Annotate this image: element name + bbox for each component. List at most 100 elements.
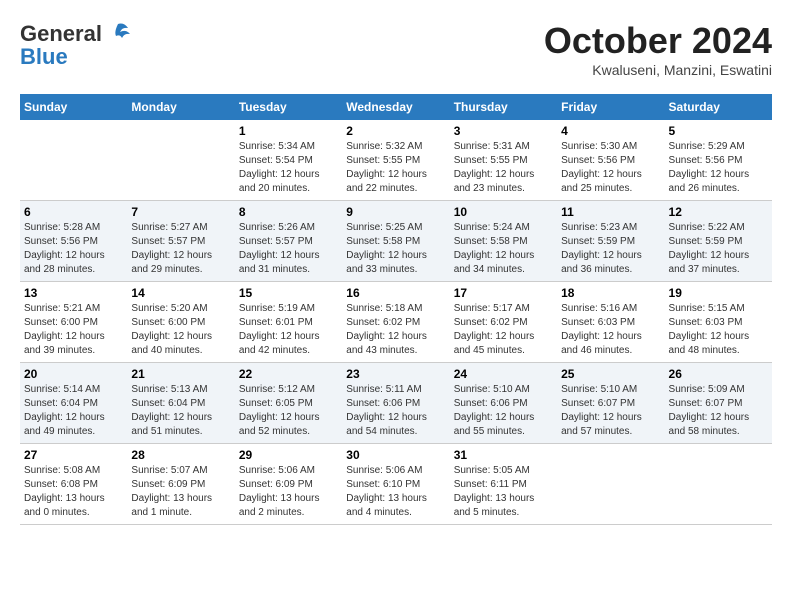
header-friday: Friday xyxy=(557,94,664,120)
calendar-cell: 21Sunrise: 5:13 AM Sunset: 6:04 PM Dayli… xyxy=(127,363,234,444)
day-info: Sunrise: 5:24 AM Sunset: 5:58 PM Dayligh… xyxy=(454,221,553,277)
day-info: Sunrise: 5:22 AM Sunset: 5:59 PM Dayligh… xyxy=(669,221,768,277)
calendar-cell: 29 Sunrise: 5:06 AM Sunset: 6:09 PM Dayli… xyxy=(235,444,342,525)
calendar-cell: 5 Sunrise: 5:29 AM Sunset: 5:56 PM Daylig… xyxy=(665,120,772,201)
calendar-cell: 23 Sunrise: 5:11 AM Sunset: 6:06 PM Dayli… xyxy=(342,363,449,444)
day-info: Sunrise: 5:30 AM Sunset: 5:56 PM Dayligh… xyxy=(561,140,660,196)
header-saturday: Saturday xyxy=(665,94,772,120)
calendar-cell: 2Sunrise: 5:32 AM Sunset: 5:55 PM Daylig… xyxy=(342,120,449,201)
calendar-cell: 28Sunrise: 5:07 AM Sunset: 6:09 PM Dayli… xyxy=(127,444,234,525)
header-monday: Monday xyxy=(127,94,234,120)
day-number: 23 xyxy=(346,367,445,381)
header-wednesday: Wednesday xyxy=(342,94,449,120)
calendar-cell: 17 Sunrise: 5:17 AM Sunset: 6:02 PM Dayli… xyxy=(450,282,557,363)
day-info: Sunrise: 5:05 AM Sunset: 6:11 PM Dayligh… xyxy=(454,464,553,520)
calendar-cell: 25 Sunrise: 5:10 AM Sunset: 6:07 PM Dayli… xyxy=(557,363,664,444)
calendar-cell: 31 Sunrise: 5:05 AM Sunset: 6:11 PM Dayli… xyxy=(450,444,557,525)
day-number: 13 xyxy=(24,286,123,300)
calendar-cell: 9 Sunrise: 5:25 AM Sunset: 5:58 PM Daylig… xyxy=(342,201,449,282)
day-number: 29 xyxy=(239,448,338,462)
logo: General Blue xyxy=(20,20,132,70)
day-number: 9 xyxy=(346,205,445,219)
day-info: Sunrise: 5:29 AM Sunset: 5:56 PM Dayligh… xyxy=(669,140,768,196)
day-number: 11 xyxy=(561,205,660,219)
day-number: 3 xyxy=(454,124,553,138)
calendar-cell: 12 Sunrise: 5:22 AM Sunset: 5:59 PM Dayli… xyxy=(665,201,772,282)
day-info: Sunrise: 5:08 AM Sunset: 6:08 PM Dayligh… xyxy=(24,464,123,520)
day-info: Sunrise: 5:31 AM Sunset: 5:55 PM Dayligh… xyxy=(454,140,553,196)
calendar-table: Sunday Monday Tuesday Wednesday Thursday… xyxy=(20,94,772,525)
calendar-cell: 1 Sunrise: 5:34 AM Sunset: 5:54 PM Daylig… xyxy=(235,120,342,201)
calendar-cell: 14 Sunrise: 5:20 AM Sunset: 6:00 PM Dayli… xyxy=(127,282,234,363)
day-info: Sunrise: 5:28 AM Sunset: 5:56 PM Dayligh… xyxy=(24,221,123,277)
day-info: Sunrise: 5:06 AM Sunset: 6:10 PM Dayligh… xyxy=(346,464,445,520)
day-number: 21 xyxy=(131,367,230,381)
calendar-cell: 13 Sunrise: 5:21 AM Sunset: 6:00 PM Dayli… xyxy=(20,282,127,363)
day-number: 27 xyxy=(24,448,123,462)
calendar-cell: 7 Sunrise: 5:27 AM Sunset: 5:57 PM Daylig… xyxy=(127,201,234,282)
day-number: 19 xyxy=(669,286,768,300)
location: Kwaluseni, Manzini, Eswatini xyxy=(544,62,772,78)
day-number: 31 xyxy=(454,448,553,462)
calendar-header: Sunday Monday Tuesday Wednesday Thursday… xyxy=(20,94,772,120)
day-info: Sunrise: 5:10 AM Sunset: 6:07 PM Dayligh… xyxy=(561,383,660,439)
day-number: 20 xyxy=(24,367,123,381)
day-number: 8 xyxy=(239,205,338,219)
calendar-cell: 27 Sunrise: 5:08 AM Sunset: 6:08 PM Dayli… xyxy=(20,444,127,525)
day-number: 12 xyxy=(669,205,768,219)
day-info: Sunrise: 5:20 AM Sunset: 6:00 PM Dayligh… xyxy=(131,302,230,358)
calendar-cell: 22 Sunrise: 5:12 AM Sunset: 6:05 PM Dayli… xyxy=(235,363,342,444)
day-number: 1 xyxy=(239,124,338,138)
calendar-cell: 30 Sunrise: 5:06 AM Sunset: 6:10 PM Dayli… xyxy=(342,444,449,525)
day-info: Sunrise: 5:26 AM Sunset: 5:57 PM Dayligh… xyxy=(239,221,338,277)
calendar-cell xyxy=(20,120,127,201)
day-info: Sunrise: 5:10 AM Sunset: 6:06 PM Dayligh… xyxy=(454,383,553,439)
header-thursday: Thursday xyxy=(450,94,557,120)
day-number: 25 xyxy=(561,367,660,381)
day-info: Sunrise: 5:06 AM Sunset: 6:09 PM Dayligh… xyxy=(239,464,338,520)
day-info: Sunrise: 5:34 AM Sunset: 5:54 PM Dayligh… xyxy=(239,140,338,196)
calendar-cell: 19Sunrise: 5:15 AM Sunset: 6:03 PM Dayli… xyxy=(665,282,772,363)
day-number: 7 xyxy=(131,205,230,219)
day-number: 26 xyxy=(669,367,768,381)
calendar-cell: 20Sunrise: 5:14 AM Sunset: 6:04 PM Dayli… xyxy=(20,363,127,444)
day-number: 10 xyxy=(454,205,553,219)
page-header: General Blue October 2024 Kwaluseni, Man… xyxy=(20,20,772,78)
calendar-cell: 6Sunrise: 5:28 AM Sunset: 5:56 PM Daylig… xyxy=(20,201,127,282)
calendar-cell: 3 Sunrise: 5:31 AM Sunset: 5:55 PM Daylig… xyxy=(450,120,557,201)
calendar-cell: 26 Sunrise: 5:09 AM Sunset: 6:07 PM Dayli… xyxy=(665,363,772,444)
day-info: Sunrise: 5:25 AM Sunset: 5:58 PM Dayligh… xyxy=(346,221,445,277)
day-number: 2 xyxy=(346,124,445,138)
calendar-cell: 18 Sunrise: 5:16 AM Sunset: 6:03 PM Dayli… xyxy=(557,282,664,363)
day-number: 30 xyxy=(346,448,445,462)
day-number: 4 xyxy=(561,124,660,138)
calendar-cell: 15 Sunrise: 5:19 AM Sunset: 6:01 PM Dayli… xyxy=(235,282,342,363)
day-info: Sunrise: 5:27 AM Sunset: 5:57 PM Dayligh… xyxy=(131,221,230,277)
day-info: Sunrise: 5:17 AM Sunset: 6:02 PM Dayligh… xyxy=(454,302,553,358)
day-number: 22 xyxy=(239,367,338,381)
header-sunday: Sunday xyxy=(20,94,127,120)
calendar-cell xyxy=(127,120,234,201)
day-info: Sunrise: 5:23 AM Sunset: 5:59 PM Dayligh… xyxy=(561,221,660,277)
calendar-cell xyxy=(665,444,772,525)
day-info: Sunrise: 5:12 AM Sunset: 6:05 PM Dayligh… xyxy=(239,383,338,439)
day-number: 15 xyxy=(239,286,338,300)
day-info: Sunrise: 5:09 AM Sunset: 6:07 PM Dayligh… xyxy=(669,383,768,439)
day-info: Sunrise: 5:11 AM Sunset: 6:06 PM Dayligh… xyxy=(346,383,445,439)
calendar-cell: 10 Sunrise: 5:24 AM Sunset: 5:58 PM Dayli… xyxy=(450,201,557,282)
day-number: 18 xyxy=(561,286,660,300)
day-number: 5 xyxy=(669,124,768,138)
day-number: 17 xyxy=(454,286,553,300)
calendar-cell: 16Sunrise: 5:18 AM Sunset: 6:02 PM Dayli… xyxy=(342,282,449,363)
calendar-cell: 4 Sunrise: 5:30 AM Sunset: 5:56 PM Daylig… xyxy=(557,120,664,201)
day-info: Sunrise: 5:16 AM Sunset: 6:03 PM Dayligh… xyxy=(561,302,660,358)
day-info: Sunrise: 5:19 AM Sunset: 6:01 PM Dayligh… xyxy=(239,302,338,358)
day-info: Sunrise: 5:07 AM Sunset: 6:09 PM Dayligh… xyxy=(131,464,230,520)
day-info: Sunrise: 5:18 AM Sunset: 6:02 PM Dayligh… xyxy=(346,302,445,358)
day-number: 14 xyxy=(131,286,230,300)
day-info: Sunrise: 5:21 AM Sunset: 6:00 PM Dayligh… xyxy=(24,302,123,358)
month-title: October 2024 xyxy=(544,20,772,62)
header-tuesday: Tuesday xyxy=(235,94,342,120)
calendar-cell: 24Sunrise: 5:10 AM Sunset: 6:06 PM Dayli… xyxy=(450,363,557,444)
calendar-cell: 11 Sunrise: 5:23 AM Sunset: 5:59 PM Dayli… xyxy=(557,201,664,282)
